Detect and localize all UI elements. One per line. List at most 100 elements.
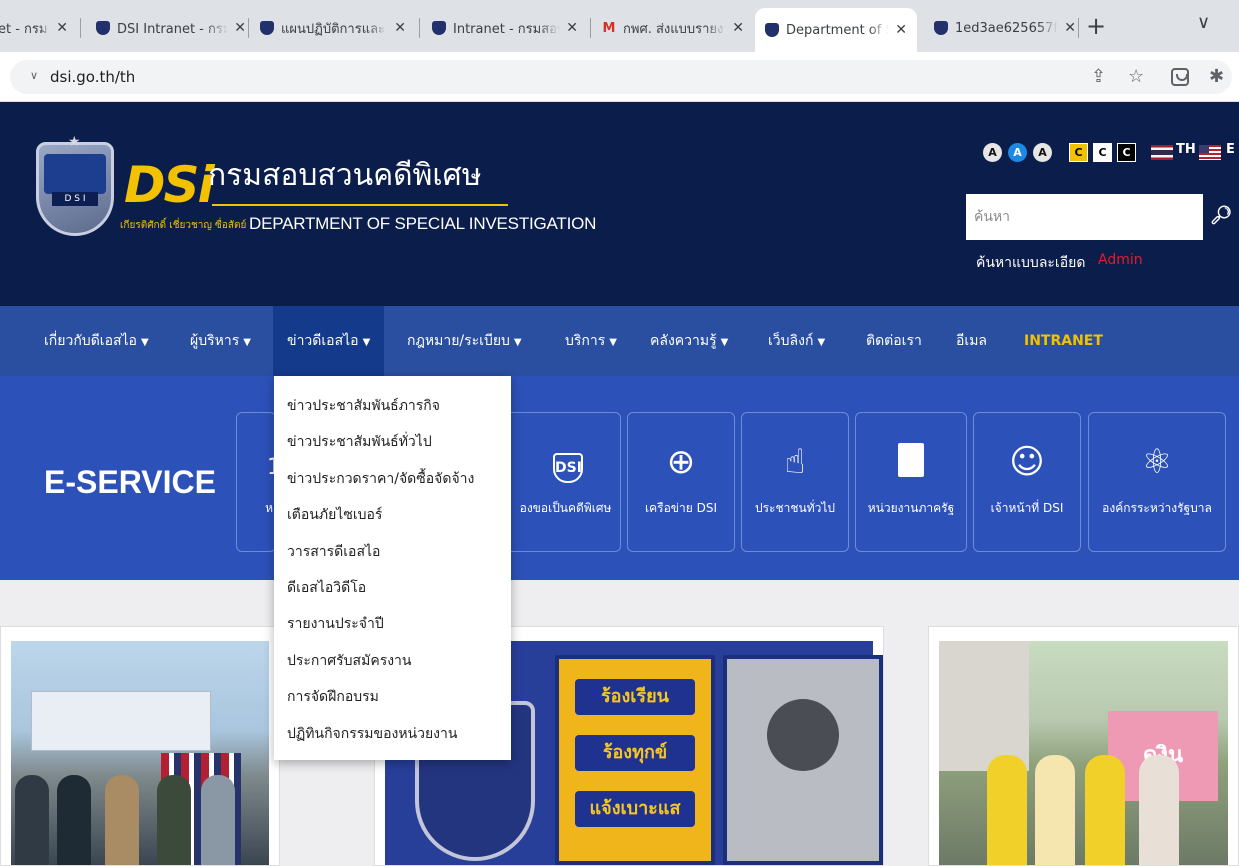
e-service-section: E-SERVICE 1 ห DSI องขอเป็นคดีพิเศษ ⊕ เคร… xyxy=(0,376,1239,580)
admin-link[interactable]: Admin xyxy=(1098,252,1143,268)
tab-title: แผนปฏิบัติการและ xyxy=(281,21,386,37)
news-photo[interactable] xyxy=(11,641,269,865)
font-size-medium-button[interactable]: A xyxy=(1008,143,1027,162)
language-en-link[interactable]: E xyxy=(1226,142,1235,157)
close-tab-icon[interactable]: ✕ xyxy=(732,20,744,36)
title-divider xyxy=(212,204,508,206)
dsi-emblem-logo[interactable]: ★ D S I xyxy=(32,132,118,240)
e-service-card[interactable]: ☺ เจ้าหน้าที่ DSI xyxy=(973,412,1081,552)
e-service-card-label: องค์กรระหว่างรัฐบาล xyxy=(1102,501,1212,515)
us-flag-icon[interactable] xyxy=(1199,145,1221,160)
close-tab-icon[interactable]: ✕ xyxy=(394,20,406,36)
nav-item-contact[interactable]: ติดต่อเรา xyxy=(866,306,922,376)
close-tab-icon[interactable]: ✕ xyxy=(56,20,68,36)
dsi-shield-icon xyxy=(934,21,948,35)
nav-item-laws[interactable]: กฎหมาย/ระเบียบ ▼ xyxy=(407,306,522,376)
e-service-title: E-SERVICE xyxy=(44,464,216,500)
menu-item-calendar[interactable]: ปฏิทินกิจกรรมของหน่วยงาน xyxy=(274,716,511,752)
menu-item-video[interactable]: ดีเอสไอวิดีโอ xyxy=(274,570,511,606)
font-size-small-button[interactable]: A xyxy=(983,143,1002,162)
nav-item-knowledge[interactable]: คลังความรู้ ▼ xyxy=(650,306,728,376)
browser-tab[interactable]: แผนปฏิบัติการและ ✕ xyxy=(260,8,406,48)
search-input[interactable] xyxy=(966,194,1203,240)
news-card[interactable]: ดงิน xyxy=(928,626,1239,866)
nav-item-executives[interactable]: ผู้บริหาร ▼ xyxy=(190,306,251,376)
officer-icon: ☺ xyxy=(1009,442,1045,482)
close-tab-icon[interactable]: ✕ xyxy=(566,20,578,36)
new-tab-button[interactable]: + xyxy=(1086,12,1106,40)
browser-tab[interactable]: DSI Intranet - กรม ✕ xyxy=(96,8,246,48)
tab-title: DSI Intranet - กรม xyxy=(117,21,229,37)
nav-label: อีเมล xyxy=(956,333,988,349)
nav-item-about[interactable]: เกี่ยวกับดีเอสไอ ▼ xyxy=(44,306,149,376)
menu-item-training[interactable]: การจัดฝึกอบรม xyxy=(274,679,511,715)
main-navigation: เกี่ยวกับดีเอสไอ ▼ ผู้บริหาร ▼ ข่าวดีเอสไอ… xyxy=(0,306,1239,376)
tab-title: et - กรม xyxy=(0,21,48,37)
chevron-down-icon: ▼ xyxy=(609,337,617,348)
share-icon[interactable]: ⇪ xyxy=(1091,68,1106,86)
globe-network-icon: ⊕ xyxy=(666,442,696,482)
promo-line: แจ้งเบาะแส xyxy=(575,791,695,827)
news-photo[interactable]: ดงิน xyxy=(939,641,1228,865)
dsi-logo-text[interactable]: DSi xyxy=(124,160,215,210)
tab-title: กพศ. ส่งแบบรายงาน xyxy=(623,21,726,37)
bookmark-star-icon[interactable]: ☆ xyxy=(1128,68,1144,86)
menu-item-jobs[interactable]: ประกาศรับสมัครงาน xyxy=(274,643,511,679)
close-tab-icon[interactable]: ✕ xyxy=(234,20,246,36)
advanced-search-link[interactable]: ค้นหาแบบละเอียด xyxy=(976,252,1085,274)
menu-item-general-news[interactable]: ข่าวประชาสัมพันธ์ทั่วไป xyxy=(274,424,511,460)
chevron-down-icon: ▼ xyxy=(362,337,371,348)
nav-item-weblinks[interactable]: เว็บลิงก์ ▼ xyxy=(768,306,825,376)
e-service-card[interactable]: ☝ ประชาชนทั่วไป xyxy=(741,412,849,552)
contrast-yellow-button[interactable]: C xyxy=(1069,143,1088,162)
close-tab-icon[interactable]: ✕ xyxy=(1064,20,1076,36)
e-service-card[interactable]: DSI องขอเป็นคดีพิเศษ xyxy=(511,412,621,552)
e-service-card[interactable]: ⊕ เครือข่าย DSI xyxy=(627,412,735,552)
close-tab-icon[interactable]: ✕ xyxy=(895,22,907,38)
browser-toolbar: ∨ dsi.go.th/th ⇪ ☆ ✱ xyxy=(0,52,1239,102)
nav-label: บริการ xyxy=(565,333,606,349)
search-icon[interactable]: 🔎︎ xyxy=(1203,194,1239,240)
nav-label: คลังความรู้ xyxy=(650,333,717,349)
browser-tab-active[interactable]: Department of Sp ✕ xyxy=(755,8,917,52)
e-service-card[interactable]: ⚛ องค์กรระหว่างรัฐบาล xyxy=(1088,412,1226,552)
url-text[interactable]: dsi.go.th/th xyxy=(50,68,135,86)
menu-item-mission-news[interactable]: ข่าวประชาสัมพันธ์ภารกิจ xyxy=(274,388,511,424)
news-content-area: ร้องเรียน ร้องทุกข์ แจ้งเบาะแส ดงิน xyxy=(0,580,1239,866)
font-size-large-button[interactable]: A xyxy=(1033,143,1052,162)
address-bar[interactable]: ∨ dsi.go.th/th xyxy=(10,60,1232,94)
e-service-card[interactable]: หน่วยงานภาครัฐ xyxy=(855,412,967,552)
browser-tab[interactable]: M กพศ. ส่งแบบรายงาน ✕ xyxy=(602,8,744,48)
site-search xyxy=(966,194,1203,240)
nav-item-intranet[interactable]: INTRANET xyxy=(1024,306,1103,376)
e-service-card-label: ห xyxy=(265,501,273,515)
news-dropdown-menu: ข่าวประชาสัมพันธ์ภารกิจ ข่าวประชาสัมพันธ… xyxy=(274,376,511,760)
browser-tab[interactable]: 1ed3ae625657fe ✕ xyxy=(934,8,1076,48)
thai-flag-icon[interactable] xyxy=(1151,145,1173,160)
nav-item-news[interactable]: ข่าวดีเอสไอ ▼ xyxy=(273,306,385,376)
e-service-card[interactable]: 1 ห xyxy=(236,412,281,552)
language-th-link[interactable]: TH xyxy=(1176,142,1196,157)
menu-item-annual-report[interactable]: รายงานประจำปี xyxy=(274,606,511,642)
chevron-down-icon: ▼ xyxy=(817,337,826,348)
browser-tab[interactable]: Intranet - กรมสอบ ✕ xyxy=(432,8,578,48)
menu-item-procurement[interactable]: ข่าวประกวดราคา/จัดซื้อจัดจ้าง xyxy=(274,461,511,497)
menu-item-cyber-alert[interactable]: เตือนภัยไซเบอร์ xyxy=(274,497,511,533)
puzzle-extensions-icon[interactable]: ✱ xyxy=(1209,68,1224,86)
contrast-white-button[interactable]: C xyxy=(1093,143,1112,162)
contrast-black-button[interactable]: C xyxy=(1117,143,1136,162)
chevron-down-icon[interactable]: ∨ xyxy=(30,69,38,82)
nav-item-email[interactable]: อีเมล xyxy=(956,306,987,376)
nav-label: กฎหมาย/ระเบียบ xyxy=(407,333,510,349)
site-title-english: DEPARTMENT OF SPECIAL INVESTIGATION xyxy=(249,214,597,233)
atom-icon: ⚛ xyxy=(1141,442,1173,482)
nav-item-services[interactable]: บริการ ▼ xyxy=(565,306,617,376)
dsi-badge-icon: DSI xyxy=(553,453,583,483)
browser-tab[interactable]: et - กรม ✕ xyxy=(0,8,68,48)
extension-icon[interactable] xyxy=(1171,68,1189,86)
dsi-shield-icon xyxy=(432,21,446,35)
news-card[interactable] xyxy=(0,626,280,866)
tab-search-button[interactable]: ∨ xyxy=(1197,12,1210,33)
menu-item-journal[interactable]: วารสารดีเอสไอ xyxy=(274,534,511,570)
nav-label: INTRANET xyxy=(1024,333,1103,349)
